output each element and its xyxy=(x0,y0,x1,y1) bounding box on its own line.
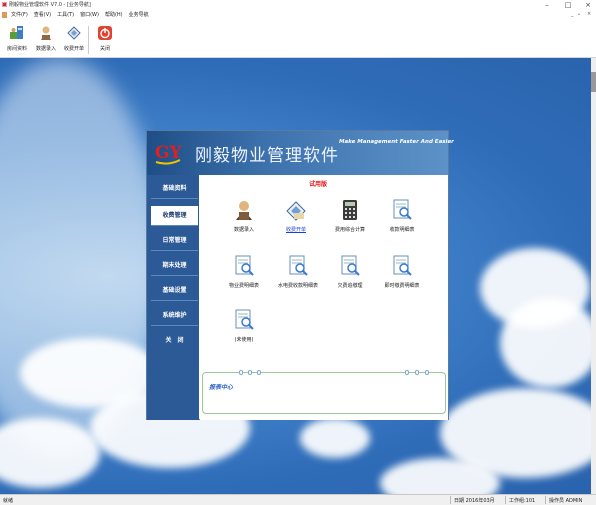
func-billing[interactable]: 收费开单 xyxy=(270,199,322,233)
func-instant-payment-details-label: 即时缴费明细表 xyxy=(384,283,420,289)
toolbar-billing-button[interactable]: 收费开单 xyxy=(61,25,87,55)
menu-business-nav[interactable]: 业务导航 xyxy=(129,11,149,18)
menu-file[interactable]: 文件(F) xyxy=(11,11,28,18)
func-fee-calculation[interactable]: 费用综合计算 xyxy=(324,199,376,233)
function-area: 试用版 数据录入 收费开单 费用综合计算 收款明细表 物业费明细表 水电费收款明… xyxy=(200,175,448,420)
mdi-restore-button[interactable]: ₑ xyxy=(578,11,580,17)
status-operator: 操作员 ADMIN xyxy=(549,498,583,504)
func-data-entry-label: 数据录入 xyxy=(233,227,254,233)
report-icon xyxy=(393,255,412,276)
window-title: 刚毅物业管理软件 V7.0 - [业务导航] xyxy=(9,2,91,8)
toolbar-data-entry-label: 数据录入 xyxy=(35,46,56,52)
mdi-close-button[interactable]: × xyxy=(587,11,591,17)
status-separator xyxy=(505,496,506,504)
calculator-icon xyxy=(343,200,357,220)
func-receipt-details-label: 收款明细表 xyxy=(389,227,415,233)
func-fee-calculation-label: 费用综合计算 xyxy=(334,227,365,233)
vertical-scrollbar[interactable] xyxy=(591,58,596,494)
billing-icon xyxy=(286,201,306,221)
menu-help[interactable]: 帮助(H) xyxy=(105,11,123,18)
title-bar: 刚毅物业管理软件 V7.0 - [业务导航] – □ × xyxy=(0,0,596,10)
report-center-panel: 报表中心 xyxy=(202,370,446,414)
func-arrears-recovery[interactable]: 欠费追缴理 xyxy=(324,255,376,289)
report-icon xyxy=(235,255,254,276)
document-icon xyxy=(2,12,7,18)
panel-slogan: Make Management Faster And Easier xyxy=(339,139,454,145)
toolbar-room-data-label: 房间资料 xyxy=(6,46,27,52)
func-unused-label: (未使用) xyxy=(234,337,254,343)
nav-item-basic-settings[interactable]: 基础设置 xyxy=(151,281,198,301)
toolbar: 房间资料 数据录入 收费开单 关闭 xyxy=(0,21,596,58)
func-unused[interactable]: (未使用) xyxy=(218,309,270,343)
scrollbar-thumb[interactable] xyxy=(591,72,596,92)
business-navigation-panel: GY 刚毅物业管理软件 Make Management Faster And E… xyxy=(146,130,454,420)
status-ready: 就绪 xyxy=(3,498,14,504)
toolbar-room-data-button[interactable]: 房间资料 xyxy=(4,25,30,55)
billing-icon xyxy=(67,26,81,40)
binder-ring xyxy=(239,370,243,375)
func-receipt-details[interactable]: 收款明细表 xyxy=(376,199,428,233)
status-date: 日期 2016年03月 xyxy=(454,498,495,504)
panel-header: GY 刚毅物业管理软件 Make Management Faster And E… xyxy=(147,131,454,175)
toolbar-separator xyxy=(88,26,89,54)
nav-item-period-end[interactable]: 期末处理 xyxy=(151,256,198,276)
toolbar-data-entry-button[interactable]: 数据录入 xyxy=(33,25,59,55)
data-entry-icon xyxy=(236,201,252,220)
nav-sidebar: 基础资料 收费管理 日常管理 期末处理 基础设置 系统维护 关 闭 xyxy=(147,175,199,420)
func-instant-payment-details[interactable]: 即时缴费明细表 xyxy=(376,255,428,289)
app-icon xyxy=(2,2,7,7)
binder-ring xyxy=(425,370,429,375)
report-icon xyxy=(235,309,254,330)
binder-ring xyxy=(415,370,419,375)
minimize-button[interactable]: – xyxy=(540,0,554,10)
toolbar-close-label: 关闭 xyxy=(99,46,110,52)
nav-item-close[interactable]: 关 闭 xyxy=(151,331,198,351)
toolbar-billing-label: 收费开单 xyxy=(63,46,84,52)
func-property-fee-details-label: 物业费明细表 xyxy=(228,283,259,289)
func-arrears-recovery-label: 欠费追缴理 xyxy=(337,283,363,289)
binder-ring xyxy=(248,370,252,375)
gy-logo-icon: GY xyxy=(155,143,182,165)
cloud xyxy=(300,418,370,458)
nav-item-basic-data[interactable]: 基础资料 xyxy=(151,179,198,199)
menu-view[interactable]: 查看(V) xyxy=(34,11,51,18)
trial-label: 试用版 xyxy=(309,181,328,188)
menu-bar: 文件(F) 查看(V) 工具(T) 窗口(W) 帮助(H) 业务导航 _ ₑ × xyxy=(0,10,596,21)
nav-item-system-maintenance[interactable]: 系统维护 xyxy=(151,306,198,326)
report-icon xyxy=(289,255,308,276)
toolbar-close-button[interactable]: 关闭 xyxy=(92,25,118,55)
nav-item-charge-management[interactable]: 收费管理 xyxy=(151,206,198,226)
func-utility-receipt-details[interactable]: 水电费收款明细表 xyxy=(272,255,324,289)
func-data-entry[interactable]: 数据录入 xyxy=(218,199,270,233)
mdi-minimize-button[interactable]: _ xyxy=(571,11,574,17)
cloud xyxy=(500,298,596,388)
func-billing-label: 收费开单 xyxy=(285,227,306,233)
status-separator xyxy=(545,496,546,504)
maximize-button[interactable]: □ xyxy=(561,0,575,10)
data-entry-icon xyxy=(41,26,51,40)
binder-ring xyxy=(257,370,261,375)
report-center-label: 报表中心 xyxy=(209,384,234,391)
menu-window[interactable]: 窗口(W) xyxy=(80,11,99,18)
room-data-icon xyxy=(10,26,23,39)
status-separator xyxy=(450,496,451,504)
status-workgroup: 工作组:101 xyxy=(509,498,536,504)
nav-item-daily-management[interactable]: 日常管理 xyxy=(151,231,198,251)
menu-tools[interactable]: 工具(T) xyxy=(57,11,74,18)
close-window-button[interactable]: × xyxy=(581,0,595,10)
report-icon xyxy=(341,255,360,276)
func-utility-receipt-details-label: 水电费收款明细表 xyxy=(277,283,318,289)
close-power-icon xyxy=(98,26,112,40)
status-bar: 就绪 日期 2016年03月 工作组:101 操作员 ADMIN xyxy=(0,494,596,505)
report-icon xyxy=(393,199,412,220)
panel-title: 刚毅物业管理软件 xyxy=(195,146,339,166)
binder-ring xyxy=(405,370,409,375)
func-property-fee-details[interactable]: 物业费明细表 xyxy=(218,255,270,289)
